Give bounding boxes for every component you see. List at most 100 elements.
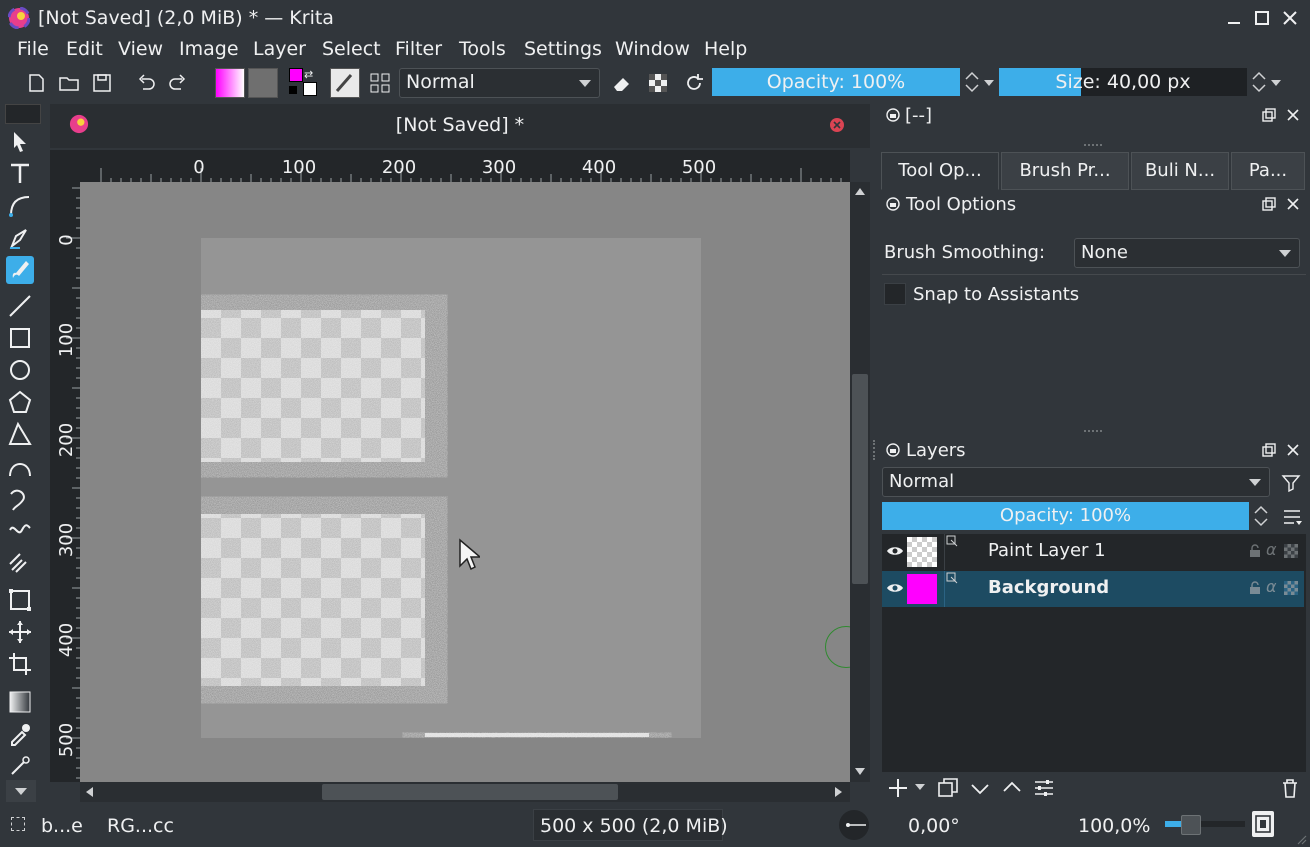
color-swatches[interactable]: ⇄ [289, 68, 319, 98]
size-spinner[interactable] [1248, 68, 1270, 96]
maximize-button[interactable] [1250, 6, 1274, 30]
opacity-spinner[interactable] [961, 68, 983, 96]
close-layers-icon[interactable] [1286, 443, 1300, 457]
reload-preset-icon[interactable] [682, 71, 706, 95]
brush-preset-button[interactable] [330, 68, 360, 98]
add-layer-icon[interactable] [886, 776, 910, 800]
scroll-down-icon[interactable] [855, 768, 865, 775]
crop-tool-icon[interactable] [6, 650, 34, 678]
float-docker-icon[interactable] [1262, 108, 1276, 122]
scroll-up-icon[interactable] [855, 188, 865, 195]
zoom-slider-handle[interactable] [1181, 815, 1201, 835]
size-slider[interactable]: Size: 40,00 px [999, 68, 1247, 96]
visibility-eye-icon[interactable] [886, 544, 904, 558]
lock-layer-icon[interactable] [1248, 581, 1262, 595]
canvas-viewport[interactable] [80, 182, 850, 782]
lock-layers-docker-icon[interactable] [886, 443, 900, 457]
color-space-label[interactable]: RG...cc [107, 815, 174, 837]
visibility-eye-icon[interactable] [886, 581, 904, 595]
add-layer-dropdown-icon[interactable] [915, 784, 925, 790]
move-layer-up-icon[interactable] [1000, 776, 1024, 800]
reset-colors-icon[interactable] [289, 86, 297, 94]
close-tool-options-icon[interactable] [1286, 197, 1300, 211]
snap-to-assistants-checkbox[interactable] [884, 283, 906, 305]
menu-view[interactable]: View [118, 38, 163, 60]
preserve-alpha-icon[interactable] [646, 71, 670, 95]
document-tab-title[interactable]: [Not Saved] * [50, 114, 870, 136]
menu-help[interactable]: Help [704, 38, 747, 60]
vertical-splitter-handle[interactable] [873, 440, 877, 460]
lock-layer-icon[interactable] [1248, 544, 1262, 558]
menu-tools[interactable]: Tools [459, 38, 506, 60]
line-tool-icon[interactable] [6, 292, 34, 320]
menu-file[interactable]: File [17, 38, 49, 60]
selection-indicator-icon[interactable] [11, 817, 25, 831]
vertical-scroll-thumb[interactable] [852, 374, 868, 584]
tab-brush-presets[interactable]: Brush Pr... [1001, 152, 1129, 190]
menu-select[interactable]: Select [322, 38, 381, 60]
layer-properties-icon[interactable] [1032, 776, 1056, 800]
vertical-scrollbar[interactable] [850, 182, 870, 782]
pattern-preset-button[interactable] [248, 68, 278, 98]
minimize-button[interactable] [1222, 6, 1246, 30]
opacity-slider[interactable]: Opacity: 100% [712, 68, 960, 96]
lock-tool-options-icon[interactable] [886, 197, 900, 211]
horizontal-scrollbar[interactable] [80, 782, 850, 802]
menu-window[interactable]: Window [615, 38, 690, 60]
splitter-handle[interactable] [1084, 144, 1102, 148]
eraser-mode-icon[interactable] [610, 71, 634, 95]
tab-tool-options[interactable]: Tool Op... [881, 152, 999, 190]
tab-buli[interactable]: Buli N... [1131, 152, 1229, 190]
menu-settings[interactable]: Settings [524, 38, 602, 60]
menu-edit[interactable]: Edit [66, 38, 103, 60]
image-canvas[interactable] [201, 238, 701, 738]
foreground-color-swatch[interactable] [289, 68, 303, 82]
open-document-icon[interactable] [57, 71, 81, 95]
bezier-curve-tool-icon[interactable] [6, 452, 34, 480]
resize-grip-icon[interactable] [1295, 833, 1307, 845]
scroll-right-icon[interactable] [835, 787, 842, 797]
multibrush-tool-icon[interactable] [6, 548, 34, 576]
brush-smoothing-select[interactable]: None [1074, 238, 1300, 268]
rectangle-tool-icon[interactable] [6, 324, 34, 352]
color-picker-tool-icon[interactable] [6, 720, 34, 748]
undo-icon[interactable] [134, 71, 158, 95]
close-document-button[interactable] [830, 118, 844, 132]
rotation-dial-icon[interactable] [838, 809, 870, 841]
close-docker-icon[interactable] [1286, 108, 1300, 122]
canvas-only-toggle[interactable] [1252, 811, 1274, 837]
alpha-lock-icon[interactable]: α [1266, 540, 1277, 559]
background-color-swatch[interactable] [303, 82, 317, 96]
scroll-left-icon[interactable] [86, 787, 93, 797]
ellipse-tool-icon[interactable] [6, 356, 34, 384]
dynamic-brush-tool-icon[interactable] [6, 516, 34, 544]
inherit-alpha-icon[interactable] [1284, 581, 1298, 595]
delete-layer-icon[interactable] [1278, 776, 1302, 800]
freehand-path-tool-icon[interactable] [6, 484, 34, 512]
menu-layer[interactable]: Layer [253, 38, 306, 60]
float-tool-options-icon[interactable] [1262, 197, 1276, 211]
inherit-alpha-icon[interactable] [1284, 544, 1298, 558]
transform-tool-icon[interactable] [6, 586, 34, 614]
layer-row[interactable]: Paint Layer 1 α [882, 534, 1304, 570]
float-layers-icon[interactable] [1262, 443, 1276, 457]
menu-filter[interactable]: Filter [395, 38, 442, 60]
move-layer-down-icon[interactable] [968, 776, 992, 800]
gradient-preset-button[interactable] [215, 68, 245, 98]
blend-mode-select[interactable]: Normal [399, 68, 600, 98]
gradient-tool-icon[interactable] [6, 688, 34, 716]
opacity-dropdown-icon[interactable] [984, 80, 994, 86]
splitter-handle[interactable] [1084, 430, 1102, 434]
brush-presets-grid-icon[interactable] [368, 71, 392, 95]
toolbox-handle[interactable] [5, 104, 41, 124]
redo-icon[interactable] [166, 71, 190, 95]
text-tool-icon[interactable] [6, 160, 34, 188]
polyline-tool-icon[interactable] [6, 420, 34, 448]
smart-patch-tool-icon[interactable] [6, 752, 34, 780]
select-shapes-tool-icon[interactable] [6, 128, 34, 156]
duplicate-layer-icon[interactable] [936, 776, 960, 800]
layer-opacity-spinner[interactable] [1250, 502, 1272, 530]
new-document-icon[interactable] [24, 71, 48, 95]
filter-icon[interactable] [1281, 473, 1301, 493]
tab-palette[interactable]: Pa... [1231, 152, 1305, 190]
